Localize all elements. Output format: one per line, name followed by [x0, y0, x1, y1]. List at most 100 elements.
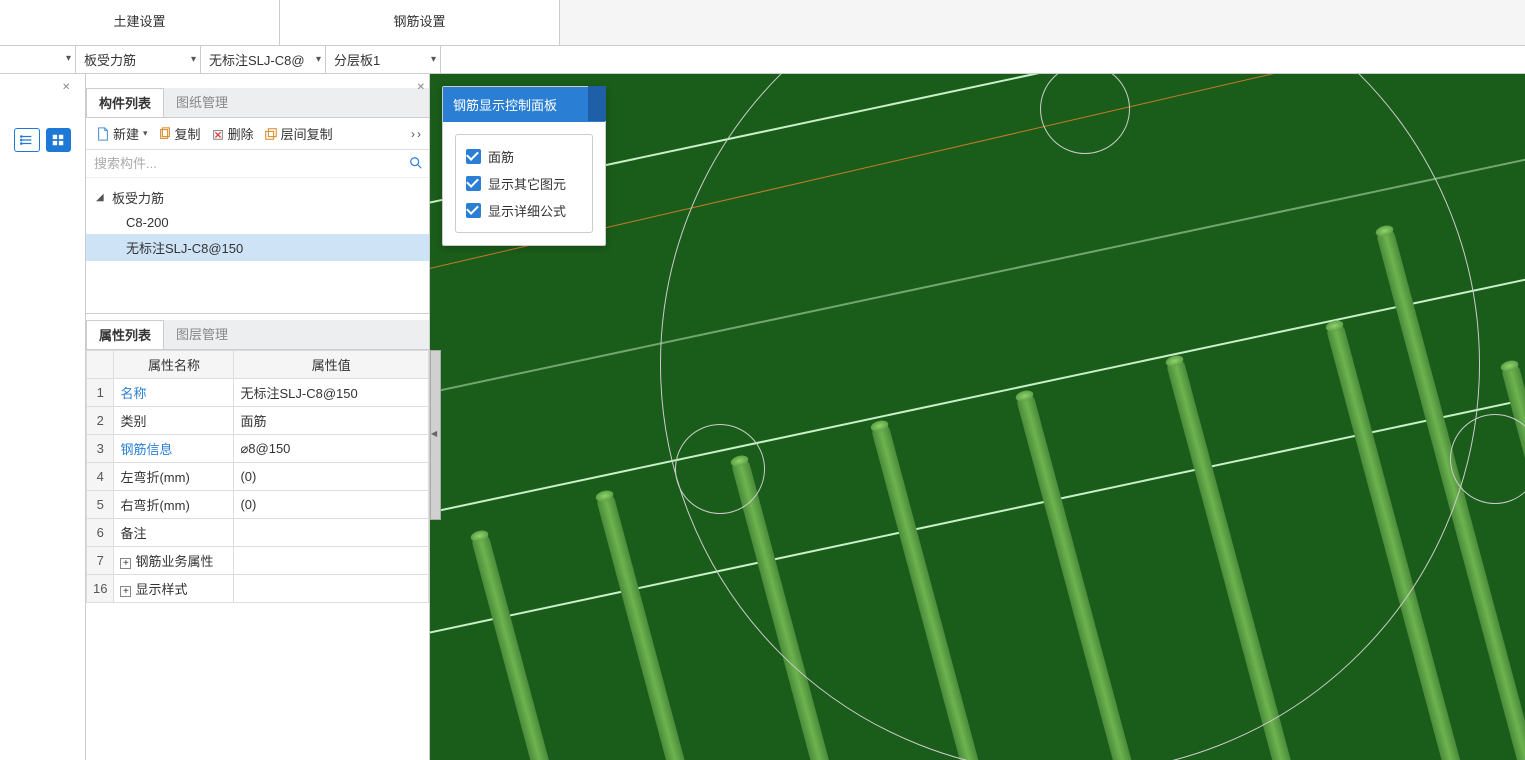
expand-icon[interactable]: + — [120, 558, 131, 569]
tab-civil-settings[interactable]: 土建设置 — [0, 0, 280, 45]
checkbox-icon — [466, 176, 481, 191]
checkbox-top-rebar[interactable]: 面筋 — [466, 143, 582, 170]
rebar-1 — [470, 532, 591, 760]
panel-collapse-icon[interactable] — [588, 86, 606, 121]
col-row-num — [87, 351, 114, 379]
attr-value-cell[interactable] — [234, 519, 429, 547]
tab-layer-management[interactable]: 图层管理 — [164, 320, 240, 349]
col-attr-value: 属性值 — [234, 351, 429, 379]
tab-attribute-list[interactable]: 属性列表 — [86, 320, 164, 349]
top-tab-bar: 土建设置 钢筋设置 — [0, 0, 1525, 46]
checkbox-show-formula-label: 显示详细公式 — [488, 201, 566, 220]
delete-button[interactable]: 删除 — [207, 122, 258, 145]
dropdown-component-type[interactable]: 板受力筋▾ — [76, 46, 201, 73]
col-attr-name: 属性名称 — [114, 351, 234, 379]
search-input[interactable] — [86, 150, 429, 177]
property-table: 属性名称 属性值 1名称无标注SLJ-C8@1502类别面筋3钢筋信息⌀8@15… — [86, 350, 429, 603]
delete-button-label: 删除 — [228, 124, 254, 143]
viewport-collapse-handle[interactable] — [430, 350, 441, 520]
table-row[interactable]: 7+钢筋业务属性 — [87, 547, 429, 575]
new-button-label: 新建 — [113, 124, 139, 143]
attr-name-cell: +显示样式 — [114, 575, 234, 603]
checkbox-show-others[interactable]: 显示其它图元 — [466, 170, 582, 197]
caret-down-icon: ◢ — [96, 192, 106, 203]
row-number: 1 — [87, 379, 114, 407]
attr-name-cell: 名称 — [114, 379, 234, 407]
table-row[interactable]: 5右弯折(mm)(0) — [87, 491, 429, 519]
dropdown-layer-board-label: 分层板1 — [334, 50, 380, 69]
attr-value-cell[interactable] — [234, 575, 429, 603]
table-row[interactable]: 3钢筋信息⌀8@150 — [87, 435, 429, 463]
new-button[interactable]: 新建▾ — [92, 122, 152, 145]
table-row[interactable]: 6备注 — [87, 519, 429, 547]
dropdown-component-name[interactable]: 无标注SLJ-C8@▾ — [201, 46, 326, 73]
search-icon[interactable] — [409, 156, 423, 173]
attr-value-cell[interactable]: (0) — [234, 491, 429, 519]
document-icon — [96, 127, 110, 141]
guide-circle-small-left — [675, 424, 765, 514]
rail-list-view-icon[interactable] — [14, 128, 40, 152]
rebar-display-panel-title[interactable]: 钢筋显示控制面板 — [443, 87, 605, 122]
attr-name-cell: 右弯折(mm) — [114, 491, 234, 519]
tab-component-list[interactable]: 构件列表 — [86, 88, 164, 117]
left-rail — [0, 74, 86, 760]
dropdown-layer-board[interactable]: 分层板1▾ — [326, 46, 441, 73]
panel-tabs: 构件列表 图纸管理 — [86, 88, 429, 118]
left-panel: ✕ 构件列表 图纸管理 新建▾ 复制 删除 层间复制 ›› ◢ 板 — [86, 74, 430, 760]
guide-circle-large — [660, 74, 1480, 760]
rebar-display-panel-title-label: 钢筋显示控制面板 — [453, 95, 557, 114]
tab-drawing-management[interactable]: 图纸管理 — [164, 88, 240, 117]
attr-name-cell: 类别 — [114, 407, 234, 435]
row-number: 6 — [87, 519, 114, 547]
attr-value-cell[interactable]: 面筋 — [234, 407, 429, 435]
row-number: 7 — [87, 547, 114, 575]
table-row[interactable]: 2类别面筋 — [87, 407, 429, 435]
dropdown-leading[interactable]: ▾ — [0, 46, 76, 73]
tree-root-label: 板受力筋 — [112, 188, 164, 207]
row-number: 16 — [87, 575, 114, 603]
attr-value-cell[interactable] — [234, 547, 429, 575]
copy-icon — [158, 127, 172, 141]
dropdown-component-type-label: 板受力筋 — [84, 50, 136, 69]
tab-rebar-settings[interactable]: 钢筋设置 — [280, 0, 560, 45]
checkbox-show-formula[interactable]: 显示详细公式 — [466, 197, 582, 224]
component-tree: ◢ 板受力筋 C8-200 无标注SLJ-C8@150 — [86, 178, 429, 314]
attr-name-cell: 钢筋信息 — [114, 435, 234, 463]
copy-button[interactable]: 复制 — [154, 122, 205, 145]
display-options-group: 面筋 显示其它图元 显示详细公式 — [455, 134, 593, 233]
row-number: 5 — [87, 491, 114, 519]
dropdown-bar: ▾ 板受力筋▾ 无标注SLJ-C8@▾ 分层板1▾ — [0, 46, 1525, 74]
tree-item-slj-c8-150[interactable]: 无标注SLJ-C8@150 — [86, 234, 429, 261]
table-row[interactable]: 1名称无标注SLJ-C8@150 — [87, 379, 429, 407]
rebar-display-panel: 钢筋显示控制面板 面筋 显示其它图元 显示详细公式 — [442, 86, 606, 246]
row-number: 2 — [87, 407, 114, 435]
attr-value-cell[interactable]: (0) — [234, 463, 429, 491]
table-row[interactable]: 4左弯折(mm)(0) — [87, 463, 429, 491]
attr-name-cell: +钢筋业务属性 — [114, 547, 234, 575]
toolbar-more-icon[interactable]: ›› — [411, 127, 423, 141]
rail-grid-view-icon[interactable] — [46, 128, 72, 152]
property-area: 属性列表 图层管理 属性名称 属性值 1名称无标注SLJ-C8@1502类别面筋… — [86, 320, 429, 603]
floor-copy-icon — [264, 127, 278, 141]
attr-value-cell[interactable]: 无标注SLJ-C8@150 — [234, 379, 429, 407]
row-number: 4 — [87, 463, 114, 491]
row-number: 3 — [87, 435, 114, 463]
panel-close-icon[interactable]: ✕ — [417, 82, 425, 93]
expand-icon[interactable]: + — [120, 586, 131, 597]
floor-copy-button[interactable]: 层间复制 — [260, 122, 337, 145]
tree-root[interactable]: ◢ 板受力筋 — [86, 184, 429, 211]
component-toolbar: 新建▾ 复制 删除 层间复制 ›› — [86, 118, 429, 150]
attr-name-cell: 备注 — [114, 519, 234, 547]
copy-button-label: 复制 — [175, 124, 201, 143]
search-row — [86, 150, 429, 178]
tree-item-c8-200[interactable]: C8-200 — [86, 211, 429, 234]
checkbox-icon — [466, 203, 481, 218]
viewport-3d[interactable]: 钢筋显示控制面板 面筋 显示其它图元 显示详细公式 — [430, 74, 1525, 760]
attr-name-cell: 左弯折(mm) — [114, 463, 234, 491]
dropdown-component-name-label: 无标注SLJ-C8@ — [209, 50, 305, 69]
checkbox-show-others-label: 显示其它图元 — [488, 174, 566, 193]
table-row[interactable]: 16+显示样式 — [87, 575, 429, 603]
delete-icon — [211, 127, 225, 141]
attr-value-cell[interactable]: ⌀8@150 — [234, 435, 429, 463]
property-tabs: 属性列表 图层管理 — [86, 320, 429, 350]
